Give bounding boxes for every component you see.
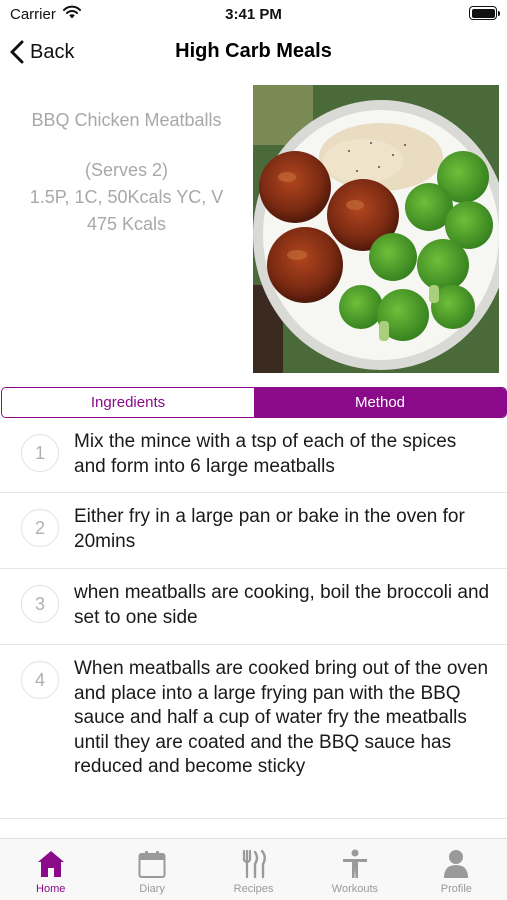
step-text: Either fry in a large pan or bake in the… <box>74 506 465 552</box>
step-number-badge: 3 <box>21 585 59 623</box>
tab-profile[interactable]: Profile <box>406 839 507 900</box>
recipe-photo <box>253 85 499 373</box>
cutlery-icon <box>242 849 266 879</box>
step-number-badge: 4 <box>21 661 59 699</box>
tab-profile-label: Profile <box>440 883 472 895</box>
bottom-tab-bar: Home Diary Recipes Workouts Profile <box>0 838 507 900</box>
list-item: 3 when meatballs are cooking, boil the b… <box>0 569 507 645</box>
status-bar: Carrier 3:41 PM <box>0 0 507 28</box>
status-time: 3:41 PM <box>225 6 282 23</box>
recipe-kcals: 475 Kcals <box>86 214 167 234</box>
recipe-summary: BBQ Chicken Meatballs (Serves 2) 1.5P, 1… <box>0 100 253 238</box>
navigation-bar: Back High Carb Meals <box>0 28 507 76</box>
battery-icon <box>469 6 500 20</box>
ingredients-method-segmented-control: Ingredients Method <box>1 387 507 418</box>
tab-workouts-label: Workouts <box>331 883 379 895</box>
calendar-icon <box>138 851 166 878</box>
person-icon <box>342 849 367 878</box>
tab-diary-label: Diary <box>139 883 165 895</box>
tab-ingredients[interactable]: Ingredients <box>2 388 254 417</box>
step-text: when meatballs are cooking, boil the bro… <box>74 582 490 628</box>
tab-recipes-label: Recipes <box>233 883 274 895</box>
step-text: When meatballs are cooked bring out of t… <box>74 658 489 777</box>
home-icon <box>37 851 64 877</box>
page-title: High Carb Meals <box>175 40 332 62</box>
list-item: 1 Mix the mince with a tsp of each of th… <box>0 418 507 493</box>
recipe-macros: 1.5P, 1C, 50Kcals YC, V <box>29 187 224 207</box>
user-icon <box>444 850 469 878</box>
step-text: Mix the mince with a tsp of each of the … <box>74 431 457 477</box>
recipe-serves: (Serves 2) <box>84 160 169 180</box>
app-screen: Carrier 3:41 PM Back High Carb Meals BBQ… <box>0 0 507 900</box>
method-steps-list[interactable]: 1 Mix the mince with a tsp of each of th… <box>0 418 507 838</box>
step-number-badge: 2 <box>21 509 59 547</box>
list-item: 2 Either fry in a large pan or bake in t… <box>0 493 507 569</box>
tab-home[interactable]: Home <box>0 839 101 900</box>
recipe-name: BBQ Chicken Meatballs <box>31 110 222 130</box>
tab-diary[interactable]: Diary <box>101 839 202 900</box>
step-number-badge: 1 <box>21 434 59 472</box>
tab-method[interactable]: Method <box>254 388 506 417</box>
tab-home-label: Home <box>36 883 66 895</box>
tab-recipes[interactable]: Recipes <box>203 839 304 900</box>
list-item: 4 When meatballs are cooked bring out of… <box>0 645 507 819</box>
tab-workouts[interactable]: Workouts <box>304 839 405 900</box>
